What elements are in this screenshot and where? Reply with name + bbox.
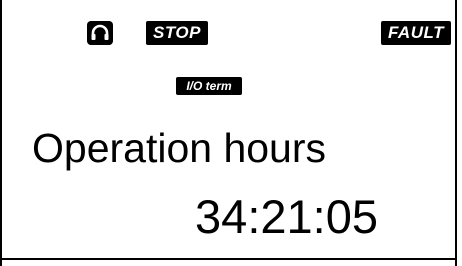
display-border-left [0, 0, 2, 266]
parameter-name: Operation hours [32, 125, 327, 171]
remote-control-icon [87, 21, 113, 45]
fault-status-badge: FAULT [381, 21, 451, 45]
control-place-badge: I/O term [176, 77, 242, 95]
drive-state-badge: STOP [146, 21, 208, 45]
display-border-right [455, 0, 457, 266]
parameter-value: 34:21:05 [195, 190, 378, 243]
display-border-bottom [0, 258, 457, 260]
keypad-display: STOP FAULT I/O term Operation hours 34:2… [0, 0, 462, 266]
headset-icon [91, 24, 109, 40]
